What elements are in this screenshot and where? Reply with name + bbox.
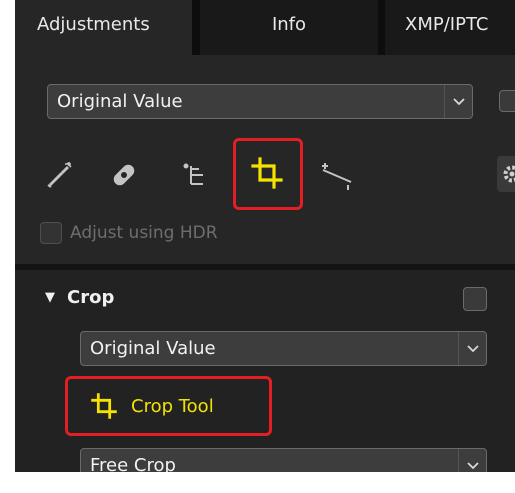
crop-value-label: Original Value	[90, 338, 216, 359]
adjust-using-hdr-checkbox[interactable]	[40, 222, 62, 244]
adjustment-preset-dropdown[interactable]: Original Value	[47, 84, 473, 119]
adjust-using-hdr-row: Adjust using HDR	[40, 222, 218, 244]
crop-value-dropdown[interactable]: Original Value	[80, 331, 487, 366]
chevron-down-icon	[458, 332, 486, 365]
crop-aspect-dropdown[interactable]: Free Crop	[80, 448, 487, 472]
crop-enable-checkbox[interactable]	[463, 287, 487, 311]
crop-section-header[interactable]: ▼ Crop	[45, 287, 114, 308]
chevron-down-icon	[458, 449, 486, 472]
adjustments-panel: Adjustments Info XMP/IPTC Original Value	[15, 0, 515, 472]
adjust-using-hdr-label: Adjust using HDR	[70, 223, 218, 243]
chevron-down-icon	[444, 85, 472, 118]
straighten-icon[interactable]	[318, 156, 356, 194]
adjustment-preset-value: Original Value	[57, 91, 183, 112]
crop-aspect-label: Free Crop	[90, 455, 176, 472]
gear-icon[interactable]	[497, 156, 515, 192]
picker-brush-icon[interactable]	[41, 156, 79, 194]
crop-icon[interactable]	[248, 154, 286, 192]
tab-info[interactable]: Info	[200, 0, 378, 55]
crop-icon	[91, 393, 117, 419]
crop-tool-label: Crop Tool	[131, 395, 214, 417]
crop-tool-button[interactable]: Crop Tool	[77, 384, 267, 428]
tab-adjustments[interactable]: Adjustments	[15, 0, 192, 55]
tab-bar: Adjustments Info XMP/IPTC	[15, 0, 515, 55]
retouch-bandage-icon[interactable]	[105, 156, 143, 194]
levels-tree-icon[interactable]	[175, 156, 213, 194]
tab-xmp-iptc[interactable]: XMP/IPTC	[385, 0, 515, 55]
panel-checkbox[interactable]	[499, 90, 515, 112]
crop-section-title: Crop	[67, 287, 115, 308]
expand-triangle-icon: ▼	[45, 290, 55, 305]
